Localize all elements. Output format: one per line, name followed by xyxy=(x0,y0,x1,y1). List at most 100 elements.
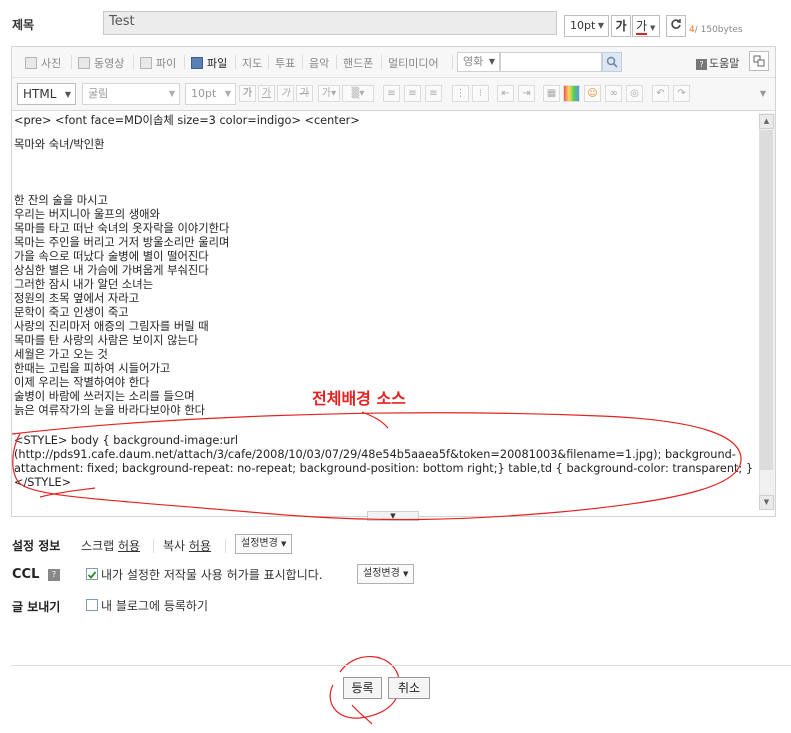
bullet-list-icon[interactable]: ⁝ xyxy=(472,85,489,102)
editor-line: 한 잔의 술을 마시고 xyxy=(14,194,108,207)
resize-handle[interactable]: ▼ xyxy=(367,511,419,521)
copy-setting: 복사 허용 xyxy=(163,537,211,554)
chevron-down-icon: ▼ xyxy=(168,89,175,98)
scroll-up-icon[interactable]: ▲ xyxy=(759,114,774,129)
copy-label: 복사 xyxy=(163,539,186,553)
chevron-down-icon: ▼ xyxy=(224,89,231,98)
byte-counter: 4/ 150bytes xyxy=(689,25,743,35)
indent-icon[interactable]: ⇥ xyxy=(518,85,535,102)
toolbar-phone[interactable]: 핸드폰 xyxy=(343,55,373,71)
table-icon[interactable]: ▦ xyxy=(543,85,560,102)
italic-icon[interactable]: 가 xyxy=(277,85,294,102)
expand-icon xyxy=(753,55,765,67)
editor-line: 그러한 잠시 내가 알던 소녀는 xyxy=(14,278,154,291)
special-char-icon[interactable]: ◎ xyxy=(626,85,643,102)
editor-line: 이제 우리는 작별하여야 한다 xyxy=(14,376,150,389)
search-category-value: 영화 xyxy=(463,55,484,68)
editor-line: 문학이 죽고 인생이 죽고 xyxy=(14,306,129,319)
font-size-value-2: 10pt xyxy=(191,87,217,100)
redo-icon[interactable]: ↷ xyxy=(673,85,690,102)
cancel-button[interactable]: 취소 xyxy=(388,677,430,699)
ccl-text: 내가 설정한 저작물 사용 허가를 표시합니다. xyxy=(101,568,323,582)
scroll-thumb[interactable] xyxy=(760,130,773,470)
underline-icon[interactable]: 가 xyxy=(258,85,275,102)
chevron-down-icon: ▼ xyxy=(64,90,71,99)
settings-info-label: 설정 정보 xyxy=(12,539,61,553)
editor-line: 한때는 고립을 피하여 시들어가고 xyxy=(14,362,171,375)
toolbar-photo[interactable]: 사진 xyxy=(25,55,61,71)
ccl-checkbox[interactable] xyxy=(86,568,98,580)
toolbar-pie[interactable]: 파이 xyxy=(140,55,176,71)
byte-limit: / 150bytes xyxy=(694,25,743,35)
toolbar-poll[interactable]: 투표 xyxy=(275,55,295,71)
chevron-down-icon: ▼ xyxy=(281,540,287,548)
search-button[interactable] xyxy=(602,52,622,72)
highlight-icon[interactable]: ▒▾ xyxy=(342,85,374,102)
chevron-down-icon: ▼ xyxy=(488,57,495,66)
mode-select[interactable]: HTML ▼ xyxy=(17,83,76,105)
expand-editor-button[interactable] xyxy=(749,51,769,71)
video-icon xyxy=(78,57,90,69)
scroll-down-icon[interactable]: ▼ xyxy=(759,495,774,510)
refresh-button[interactable] xyxy=(666,15,686,37)
editor-line: 정원의 초목 옆에서 자라고 xyxy=(14,292,140,305)
emoticon-icon[interactable]: ☺ xyxy=(584,85,601,102)
editor-line: 세월은 가고 오는 것 xyxy=(14,348,108,361)
chevron-down-icon: ▼ xyxy=(650,24,656,32)
font-size-value: 10pt xyxy=(570,19,596,32)
font-size-select-2[interactable]: 10pt ▼ xyxy=(185,83,236,105)
font-size-select[interactable]: 10pt ▼ xyxy=(564,15,609,37)
grid-icon xyxy=(140,57,152,69)
toolbar-more-icon[interactable]: ▼ xyxy=(757,86,769,102)
text-color-label: 가 xyxy=(636,19,648,35)
ccl-help-icon[interactable]: ? xyxy=(48,569,60,581)
toolbar-file[interactable]: 파일 xyxy=(191,55,227,71)
help-link[interactable]: ? 도움말 xyxy=(696,55,739,71)
color-palette-icon[interactable] xyxy=(563,85,580,102)
chevron-down-icon: ▼ xyxy=(403,570,409,578)
editor-line: 술병이 바람에 쓰러지는 소리를 들으며 xyxy=(14,390,195,403)
divider xyxy=(11,665,791,666)
help-icon: ? xyxy=(696,59,707,70)
submit-button[interactable]: 등록 xyxy=(343,677,382,699)
align-left-icon[interactable]: ≡ xyxy=(383,85,400,102)
settings-change-button[interactable]: 설정변경 ▼ xyxy=(235,534,293,554)
send-label: 글 보내기 xyxy=(12,600,61,614)
toolbar-multimedia[interactable]: 멀티미디어 xyxy=(388,55,439,71)
bold-button[interactable]: 가 xyxy=(611,15,631,37)
strikethrough-icon[interactable]: 가 xyxy=(296,85,313,102)
editor-line: <pre> <font face=MD이솝체 size=3 color=indi… xyxy=(14,114,360,127)
numbered-list-icon[interactable]: ⋮ xyxy=(452,85,469,102)
toolbar-music[interactable]: 음악 xyxy=(309,55,329,71)
font-family-value: 굴림 xyxy=(88,87,109,100)
title-input[interactable]: Test xyxy=(103,11,557,35)
align-center-icon[interactable]: ≡ xyxy=(404,85,421,102)
editor-line: 상심한 별은 내 가슴에 가벼웁게 부숴진다 xyxy=(14,264,209,277)
scrap-value: 허용 xyxy=(117,539,141,553)
text-color-button[interactable]: 가 ▼ xyxy=(632,15,660,37)
link-icon[interactable]: ∞ xyxy=(605,85,622,102)
editor-line: (http://pds91.cafe.daum.net/attach/3/caf… xyxy=(14,448,736,461)
search-icon xyxy=(606,56,618,68)
editor-textarea[interactable]: <pre> <font face=MD이솝체 size=3 color=indi… xyxy=(14,112,755,510)
chevron-down-icon: ▼ xyxy=(597,21,604,30)
search-input[interactable] xyxy=(500,52,602,72)
outdent-icon[interactable]: ⇤ xyxy=(497,85,514,102)
editor-line: <STYLE> body { background-image:url xyxy=(14,434,239,447)
align-right-icon[interactable]: ≡ xyxy=(425,85,442,102)
editor-line: 가을 속으로 떠났다 술병에 별이 떨어진다 xyxy=(14,250,209,263)
bold-icon[interactable]: 가 xyxy=(239,85,256,102)
editor-line: 목마는 주인을 버리고 거저 방울소리만 울리며 xyxy=(14,236,230,249)
send-blog-checkbox[interactable] xyxy=(86,599,98,611)
toolbar-video[interactable]: 동영상 xyxy=(78,55,124,71)
scrap-label: 스크랩 xyxy=(81,539,115,553)
search-category-select[interactable]: 영화 ▼ xyxy=(457,52,500,72)
toolbar-map[interactable]: 지도 xyxy=(242,55,262,71)
editor-line: 늙은 여류작가의 눈을 바라다보아야 한다 xyxy=(14,404,206,417)
font-color-icon[interactable]: 가▾ xyxy=(318,85,340,102)
font-family-select[interactable]: 굴림 ▼ xyxy=(82,83,180,105)
undo-icon[interactable]: ↶ xyxy=(652,85,669,102)
editor-line: 목마를 타고 떠난 숙녀의 옷자락을 이야기한다 xyxy=(14,222,230,235)
ccl-change-button[interactable]: 설정변경 ▼ xyxy=(357,564,415,584)
editor-line: 목마를 탄 사랑의 사람은 보이지 않는다 xyxy=(14,334,199,347)
